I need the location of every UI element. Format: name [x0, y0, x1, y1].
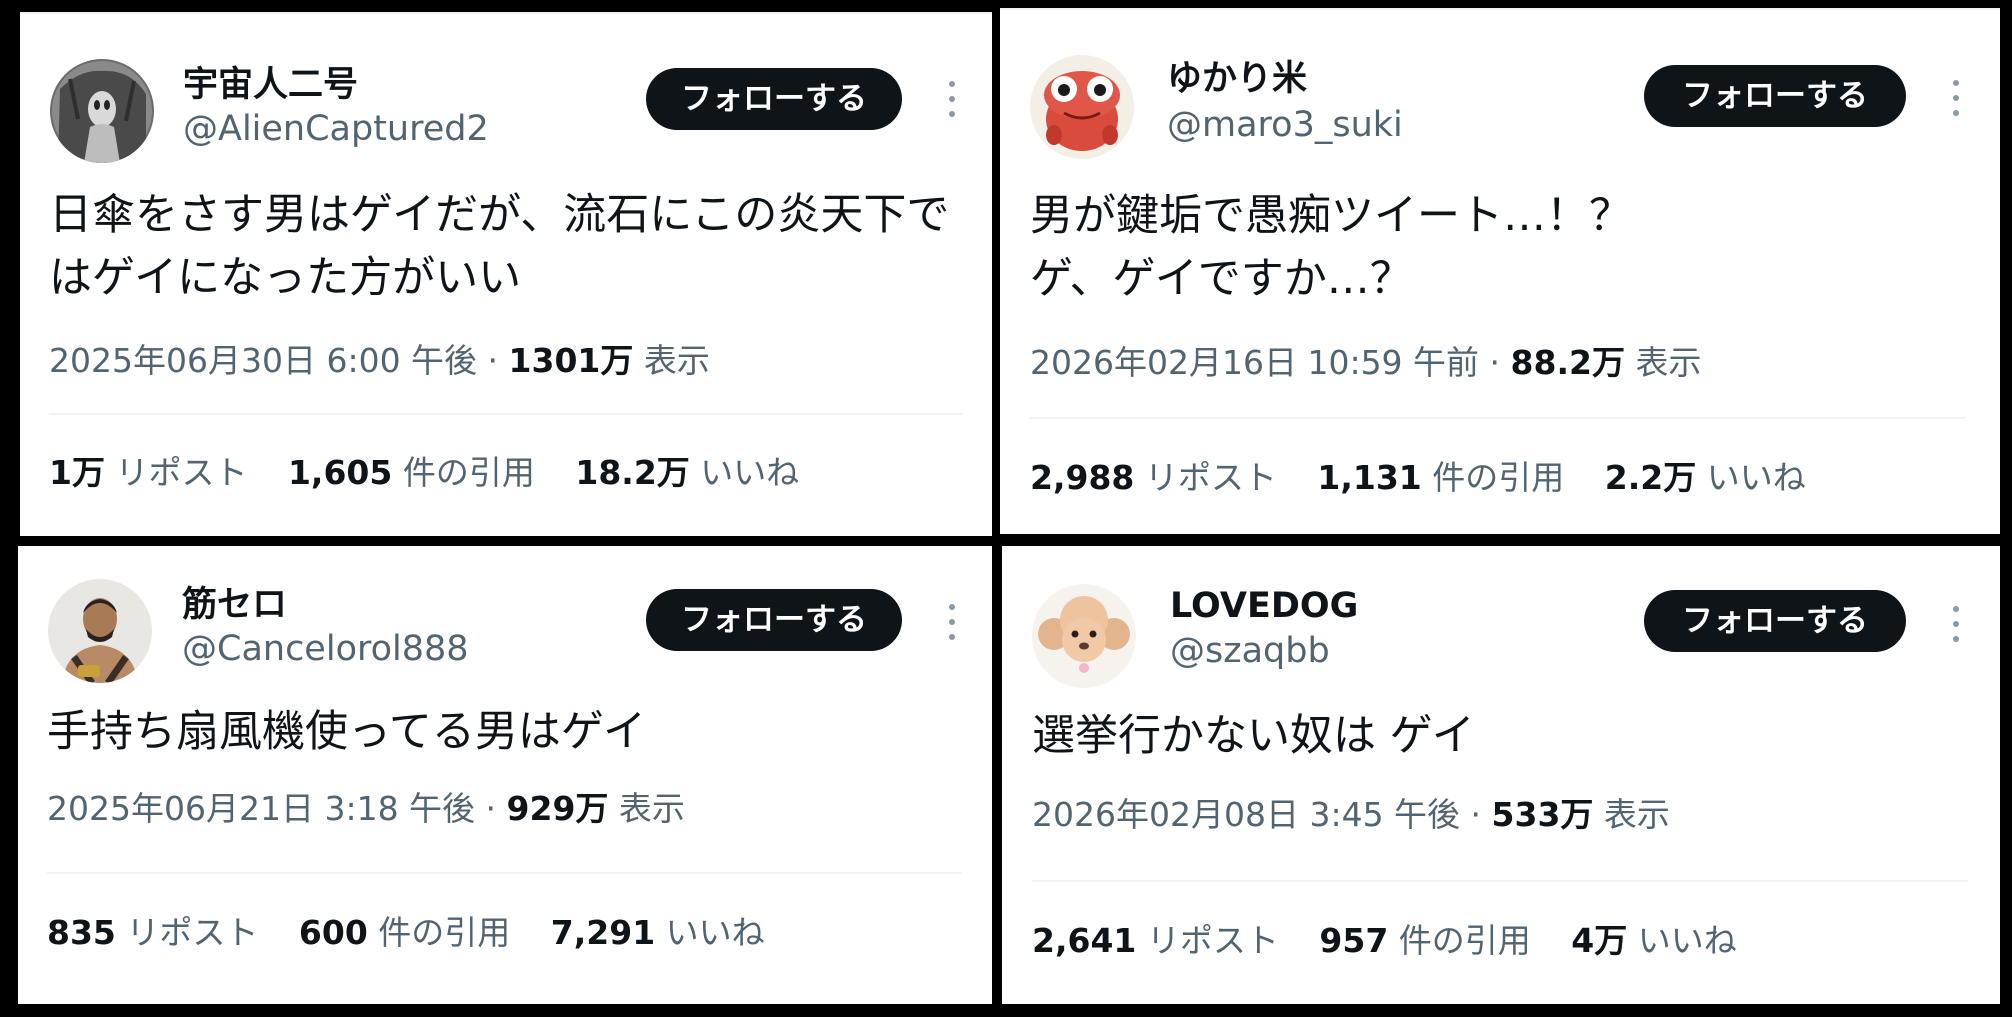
user-handle[interactable]: @maro3_suki: [1167, 104, 1403, 146]
divider: [1030, 417, 1966, 419]
user-handle[interactable]: @szaqbb: [1170, 630, 1330, 672]
follow-button[interactable]: フォローする: [1644, 590, 1906, 652]
view-label: 表示: [1624, 343, 1702, 382]
tweet-text-line: ゲ、ゲイですか…？: [1030, 254, 1413, 304]
view-count: 1301万: [508, 341, 634, 380]
tweet-meta: 2025年06月21日 3:18 午後 · 929万 表示: [47, 788, 685, 830]
display-name[interactable]: LOVEDOG: [1170, 585, 1358, 627]
like-stat[interactable]: 2.2万 いいね: [1605, 458, 1806, 497]
like-label: いいね: [1627, 921, 1737, 960]
repost-label: リポスト: [104, 453, 248, 492]
quote-label: 件の引用: [1421, 458, 1565, 497]
quote-stat[interactable]: 600 件の引用: [299, 913, 510, 952]
tweet-card: 宇宙人二号 @AlienCaptured2 フォローする 日傘をさす男はゲイだが…: [20, 12, 992, 536]
tweet-meta: 2026年02月08日 3:45 午後 · 533万 表示: [1032, 794, 1670, 836]
tweet-text-line: はゲイになった方がいい: [49, 253, 522, 303]
meta-separator: ·: [475, 789, 507, 828]
more-options-icon[interactable]: [1946, 604, 1966, 644]
tweet-card: 筋セロ @Cancelorol888 フォローする 手持ち扇風機使ってる男はゲイ…: [18, 546, 992, 1004]
divider: [1032, 880, 1968, 882]
meta-separator: ·: [1479, 343, 1511, 382]
more-options-icon[interactable]: [942, 79, 962, 119]
repost-label: リポスト: [115, 913, 259, 952]
view-count: 533万: [1491, 795, 1594, 834]
quote-stat[interactable]: 957 件の引用: [1319, 921, 1530, 960]
repost-label: リポスト: [1134, 458, 1277, 497]
user-handle[interactable]: @AlienCaptured2: [183, 108, 489, 150]
quote-count: 1,131: [1317, 458, 1422, 497]
meta-separator: ·: [1460, 795, 1492, 834]
tweet-text-line: 選挙行かない奴は ゲイ: [1032, 711, 1475, 761]
repost-stat[interactable]: 835 リポスト: [47, 913, 258, 952]
follow-button[interactable]: フォローする: [1644, 65, 1906, 127]
quote-count: 600: [298, 913, 368, 952]
card-top-border: [1000, 8, 2000, 10]
more-options-icon[interactable]: [1946, 78, 1966, 118]
divider: [47, 872, 962, 874]
tweet-card: ゆかり米 @maro3_suki フォローする 男が鍵垢で愚痴ツイート…！？ ゲ…: [1000, 8, 2000, 534]
quote-stat[interactable]: 1,605 件の引用: [288, 453, 535, 492]
repost-stat[interactable]: 1万 リポスト: [49, 453, 247, 492]
tweet-meta: 2026年02月16日 10:59 午前 · 88.2万 表示: [1030, 342, 1701, 384]
tweet-text-line: 男が鍵垢で愚痴ツイート…！？: [1030, 191, 1632, 241]
tweet-meta: 2025年06月30日 6:00 午後 · 1301万 表示: [49, 340, 710, 382]
like-count: 7,291: [550, 913, 656, 952]
engagement-stats: 2,641 リポスト 957 件の引用 4万 いいね: [1032, 920, 1767, 962]
poodle-photo-avatar-icon[interactable]: [1032, 584, 1136, 688]
like-count: 18.2万: [575, 453, 690, 492]
quote-label: 件の引用: [392, 453, 535, 492]
quote-count: 1,605: [287, 453, 393, 492]
view-count: 88.2万: [1510, 343, 1625, 382]
quote-stat[interactable]: 1,131 件の引用: [1317, 458, 1564, 497]
like-stat[interactable]: 18.2万 いいね: [575, 453, 799, 492]
repost-stat[interactable]: 2,641 リポスト: [1032, 921, 1279, 960]
like-label: いいね: [689, 453, 800, 492]
repost-count: 2,988: [1030, 458, 1135, 497]
engagement-stats: 2,988 リポスト 1,131 件の引用 2.2万 いいね: [1030, 457, 1836, 499]
like-stat[interactable]: 4万 いいね: [1571, 921, 1736, 960]
timestamp[interactable]: 2026年02月16日 10:59 午前: [1030, 343, 1479, 382]
alien-photo-avatar-icon[interactable]: [50, 59, 154, 163]
repost-label: リポスト: [1136, 921, 1279, 960]
view-count: 929万: [506, 789, 609, 828]
view-label: 表示: [608, 789, 685, 828]
like-stat[interactable]: 7,291 いいね: [551, 913, 765, 952]
repost-count: 2,641: [1032, 921, 1137, 960]
timestamp[interactable]: 2026年02月08日 3:45 午後: [1032, 795, 1460, 834]
red-frog-character-avatar-icon[interactable]: [1030, 55, 1134, 159]
like-label: いいね: [655, 913, 765, 952]
like-count: 2.2万: [1604, 458, 1697, 497]
repost-count: 1万: [49, 453, 105, 492]
follow-button[interactable]: フォローする: [646, 589, 902, 651]
engagement-stats: 1万 リポスト 1,605 件の引用 18.2万 いいね: [49, 452, 829, 494]
tweet-text-line: 手持ち扇風機使ってる男はゲイ: [47, 707, 646, 757]
view-label: 表示: [633, 341, 710, 380]
tweet-text-line: 日傘をさす男はゲイだが、流石にこの炎天下で: [49, 190, 950, 240]
timestamp[interactable]: 2025年06月30日 6:00 午後: [49, 341, 477, 380]
meta-separator: ·: [477, 341, 509, 380]
timestamp[interactable]: 2025年06月21日 3:18 午後: [47, 789, 475, 828]
view-label: 表示: [1593, 795, 1670, 834]
repost-count: 835: [47, 913, 116, 952]
like-count: 4万: [1571, 921, 1628, 960]
divider: [49, 413, 962, 415]
follow-button[interactable]: フォローする: [646, 68, 902, 130]
quote-count: 957: [1319, 921, 1389, 960]
display-name[interactable]: 宇宙人二号: [183, 64, 358, 106]
like-label: いいね: [1696, 458, 1806, 497]
display-name[interactable]: ゆかり米: [1167, 58, 1307, 100]
fighter-photo-avatar-icon[interactable]: [48, 579, 152, 683]
card-top-border: [20, 12, 992, 14]
tweet-card: LOVEDOG @szaqbb フォローする 選挙行かない奴は ゲイ 2026年…: [1002, 546, 2000, 1004]
display-name[interactable]: 筋セロ: [182, 584, 287, 626]
quote-label: 件の引用: [1388, 921, 1531, 960]
repost-stat[interactable]: 2,988 リポスト: [1030, 458, 1277, 497]
more-options-icon[interactable]: [942, 602, 962, 642]
quote-label: 件の引用: [367, 913, 511, 952]
user-handle[interactable]: @Cancelorol888: [182, 628, 469, 670]
engagement-stats: 835 リポスト 600 件の引用 7,291 いいね: [47, 912, 795, 954]
